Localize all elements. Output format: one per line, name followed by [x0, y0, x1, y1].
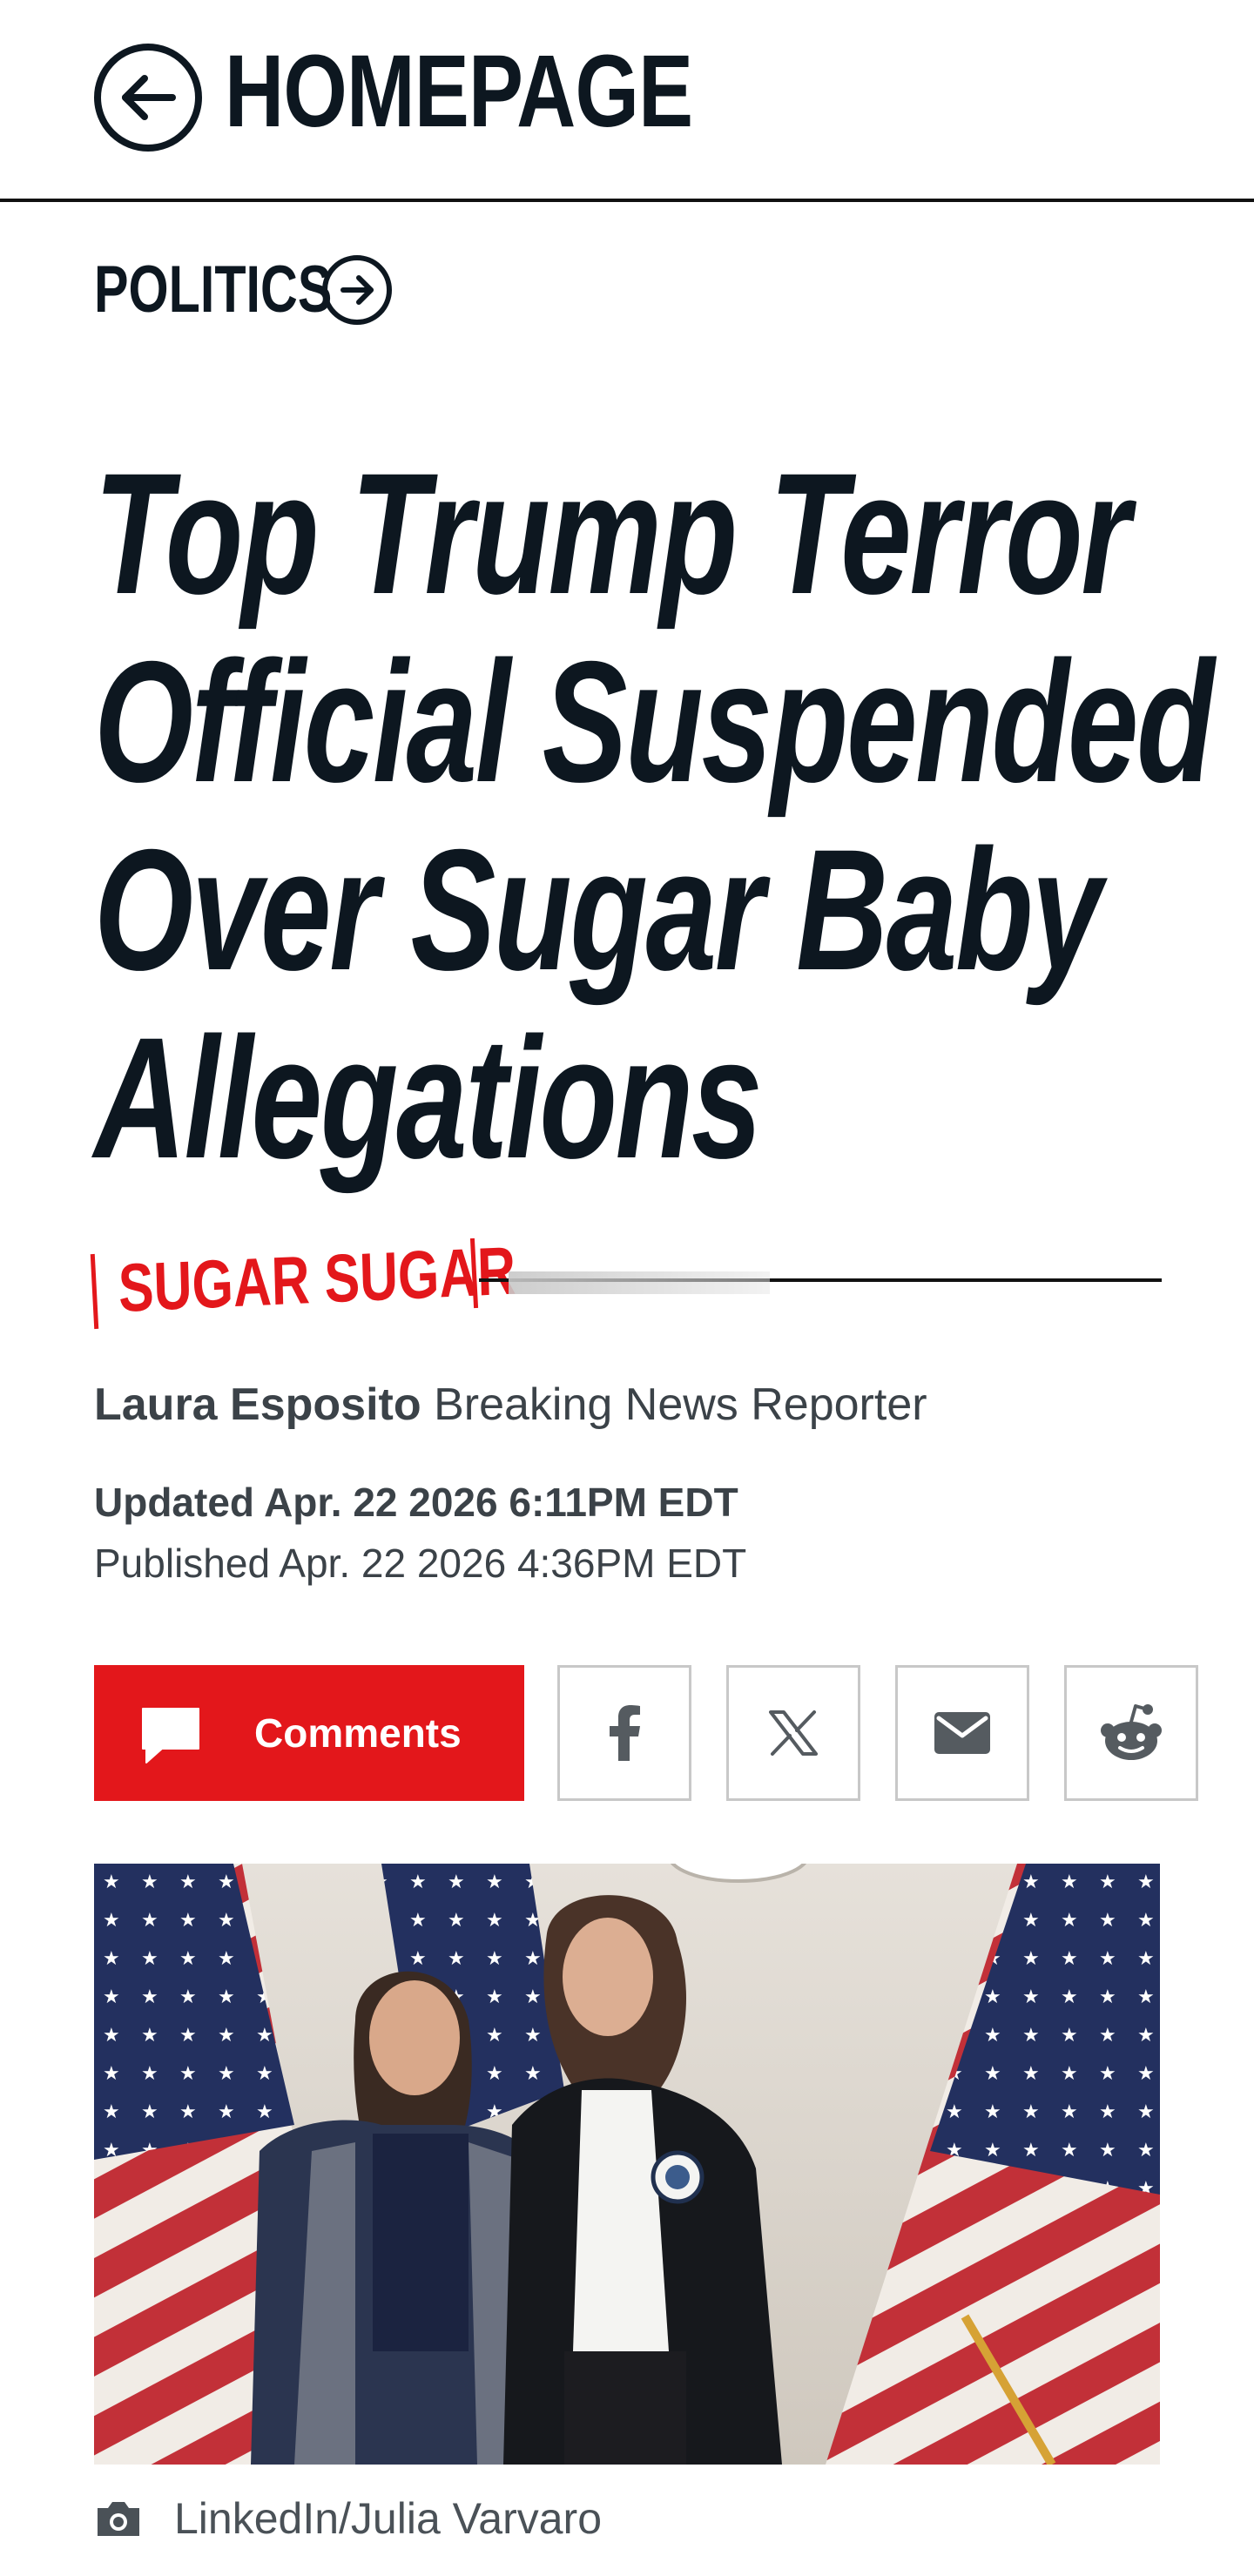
arrow-left-icon [122, 75, 176, 120]
author-name[interactable]: Laura Esposito [94, 1379, 421, 1430]
rubric-label: SUGAR SUGAR [117, 1231, 517, 1326]
author-role: Breaking News Reporter [434, 1379, 927, 1430]
headline-line: Official Suspended [94, 625, 1215, 818]
x-share-button[interactable] [726, 1665, 860, 1801]
facebook-icon [610, 1705, 640, 1761]
article-hero-image[interactable]: ★ [94, 1864, 1160, 2465]
headline-line: Allegations [94, 1001, 762, 1194]
camera-icon [98, 2502, 139, 2536]
article-dates: Updated Apr. 22 2026 6:11PM EDT Publishe… [94, 1472, 746, 1594]
arrow-right-circle-icon [322, 255, 392, 325]
byline: Laura Esposito Breaking News Reporter [94, 1374, 927, 1435]
section-label: POLITICS [94, 253, 333, 327]
headline-line: Top Trump Terror [94, 437, 1130, 630]
photo-caption: LinkedIn/Julia Varvaro [94, 2491, 602, 2546]
email-share-button[interactable] [895, 1665, 1029, 1801]
comments-label: Comments [254, 1710, 462, 1756]
photo-illustration: ★ [94, 1864, 1160, 2465]
published-timestamp: Published Apr. 22 2026 4:36PM EDT [94, 1541, 747, 1586]
rubric-blur [509, 1271, 770, 1294]
homepage-link[interactable]: HOMEPAGE [225, 35, 693, 148]
rubric-bar-left [90, 1253, 99, 1330]
facebook-share-button[interactable] [557, 1665, 691, 1801]
comments-button[interactable]: Comments [94, 1665, 524, 1801]
x-icon [769, 1710, 818, 1756]
email-icon [934, 1712, 990, 1754]
headline-line: Over Sugar Baby [94, 813, 1102, 1006]
rubric: SUGAR SUGAR [90, 1231, 1162, 1331]
back-button[interactable] [94, 44, 202, 152]
top-nav-bar: HOMEPAGE [0, 0, 1254, 202]
section-link[interactable]: POLITICS [94, 253, 392, 327]
article-headline: Top Trump Terror Official Suspended Over… [94, 437, 1215, 1194]
reddit-icon [1101, 1704, 1162, 1760]
updated-timestamp: Updated Apr. 22 2026 6:11PM EDT [94, 1480, 738, 1525]
comment-icon [142, 1708, 199, 1763]
reddit-share-button[interactable] [1064, 1665, 1198, 1801]
photo-credit: LinkedIn/Julia Varvaro [174, 2494, 603, 2543]
